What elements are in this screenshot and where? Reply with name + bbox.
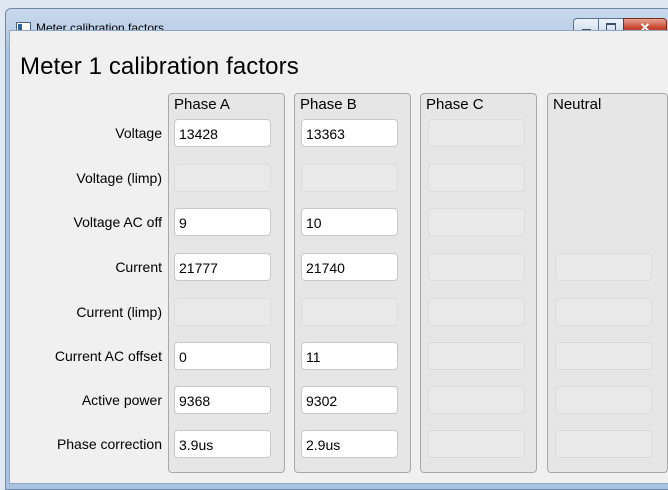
row-label-voltage-limp: Voltage (limp) (76, 170, 162, 186)
current-ac-offset-phase-b-field[interactable]: 11 (301, 342, 398, 370)
current-limp-neutral-field (555, 298, 652, 326)
current-limp-phase-b-field (301, 298, 398, 326)
phase-correction-phase-a-field[interactable]: 3.9us (174, 430, 271, 458)
voltage-limp-phase-b-field (301, 164, 398, 192)
row-label-voltage: Voltage (115, 125, 162, 141)
current-ac-offset-neutral-field (555, 342, 652, 370)
page-title: Meter 1 calibration factors (20, 53, 299, 80)
row-label-voltage-ac-off: Voltage AC off (73, 214, 162, 230)
row-label-current: Current (115, 259, 162, 275)
column-neutral: Neutral (547, 93, 668, 473)
phase-correction-phase-b-field[interactable]: 2.9us (301, 430, 398, 458)
column-header-neutral: Neutral (553, 96, 602, 113)
column-header-phase-a: Phase A (174, 96, 230, 113)
voltage-ac-off-phase-b-field[interactable]: 10 (301, 208, 398, 236)
row-label-phase-correction: Phase correction (56, 436, 162, 452)
row-label-current-ac-offset: Current AC offset (54, 348, 162, 364)
voltage-phase-c-field (428, 119, 525, 147)
current-phase-b-field[interactable]: 21740 (301, 253, 398, 281)
current-phase-a-field[interactable]: 21777 (174, 253, 271, 281)
column-phase-a: Phase A (168, 93, 285, 473)
row-label-current-limp: Current (limp) (76, 304, 162, 320)
phase-correction-neutral-field (555, 430, 652, 458)
column-phase-b: Phase B (294, 93, 411, 473)
current-limp-phase-c-field (428, 298, 525, 326)
current-phase-c-field (428, 253, 525, 281)
active-power-neutral-field (555, 386, 652, 414)
voltage-limp-phase-c-field (428, 164, 525, 192)
voltage-ac-off-phase-a-field[interactable]: 9 (174, 208, 271, 236)
phase-correction-phase-c-field (428, 430, 525, 458)
voltage-ac-off-phase-c-field (428, 208, 525, 236)
voltage-phase-b-field[interactable]: 13363 (301, 119, 398, 147)
current-ac-offset-phase-a-field[interactable]: 0 (174, 342, 271, 370)
active-power-phase-b-field[interactable]: 9302 (301, 386, 398, 414)
active-power-phase-a-field[interactable]: 9368 (174, 386, 271, 414)
column-phase-c: Phase C (420, 93, 537, 473)
column-header-phase-b: Phase B (300, 96, 357, 113)
voltage-limp-phase-a-field (174, 164, 271, 192)
active-power-phase-c-field (428, 386, 525, 414)
current-ac-offset-phase-c-field (428, 342, 525, 370)
row-label-active-power: Active power (81, 392, 162, 408)
column-header-phase-c: Phase C (426, 96, 484, 113)
current-neutral-field (555, 253, 652, 281)
current-limp-phase-a-field (174, 298, 271, 326)
voltage-phase-a-field[interactable]: 13428 (174, 119, 271, 147)
